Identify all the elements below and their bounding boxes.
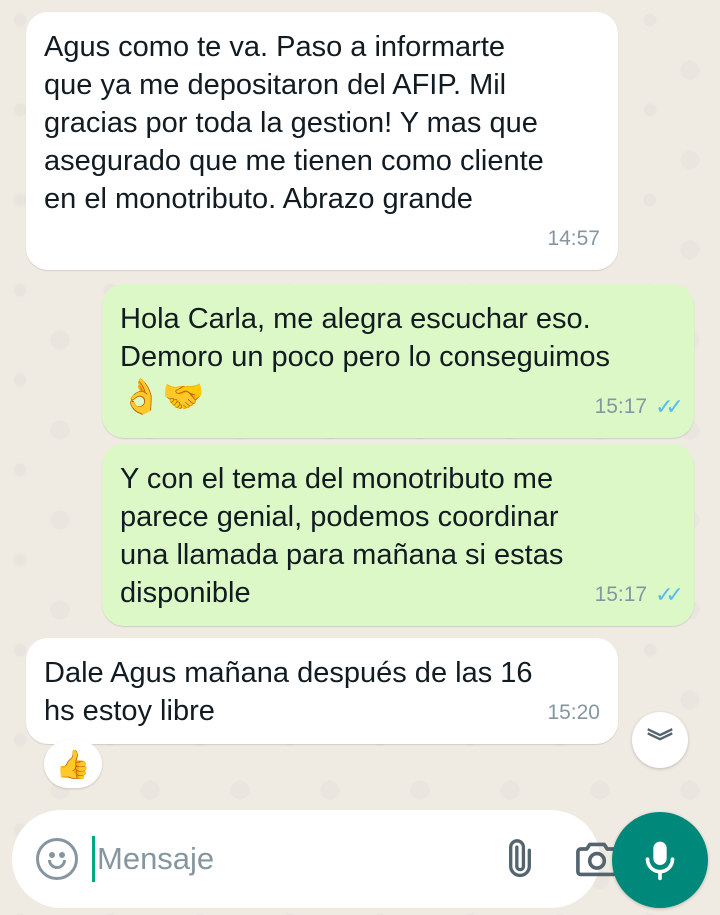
- message-bubble-incoming[interactable]: Dale Agus mañana después de las 16 hs es…: [26, 638, 618, 744]
- message-meta: 14:57: [547, 220, 600, 258]
- message-text: Y con el tema del monotributo me parece …: [120, 463, 564, 609]
- message-input[interactable]: [97, 841, 496, 877]
- message-emojis: 👌🤝: [120, 378, 205, 416]
- message-reaction[interactable]: 👍: [44, 740, 102, 788]
- scroll-to-bottom-button[interactable]: ︾: [632, 712, 688, 768]
- message-meta: 15:20: [547, 694, 600, 732]
- text-cursor: [92, 836, 95, 882]
- message-text: Dale Agus mañana después de las 16 hs es…: [44, 657, 533, 727]
- message-bubble-incoming[interactable]: Agus como te va. Paso a informarte que y…: [26, 12, 618, 270]
- message-text: Agus como te va. Paso a informarte que y…: [44, 31, 544, 215]
- read-receipt-icon: ✓✓: [655, 394, 684, 419]
- thumbs-up-icon: 👍: [55, 748, 91, 780]
- message-time: 14:57: [547, 227, 600, 250]
- message-time: 15:17: [594, 395, 648, 418]
- message-time: 15:17: [594, 583, 648, 606]
- double-chevron-down-icon: ︾: [646, 726, 673, 757]
- microphone-icon: [645, 841, 675, 881]
- paperclip-icon[interactable]: [496, 837, 540, 881]
- message-meta: 15:17 ✓✓: [594, 388, 684, 426]
- message-bubble-outgoing[interactable]: Hola Carla, me alegra escuchar eso. Demo…: [102, 284, 694, 438]
- message-text: Hola Carla, me alegra escuchar eso. Demo…: [120, 303, 611, 373]
- message-composer: [12, 810, 618, 908]
- voice-message-button[interactable]: [612, 812, 708, 908]
- message-bubble-outgoing[interactable]: Y con el tema del monotributo me parece …: [102, 444, 694, 626]
- read-receipt-icon: ✓✓: [655, 582, 684, 607]
- message-time: 15:20: [547, 701, 600, 724]
- message-meta: 15:17 ✓✓: [594, 576, 684, 614]
- smiley-icon[interactable]: [36, 838, 78, 880]
